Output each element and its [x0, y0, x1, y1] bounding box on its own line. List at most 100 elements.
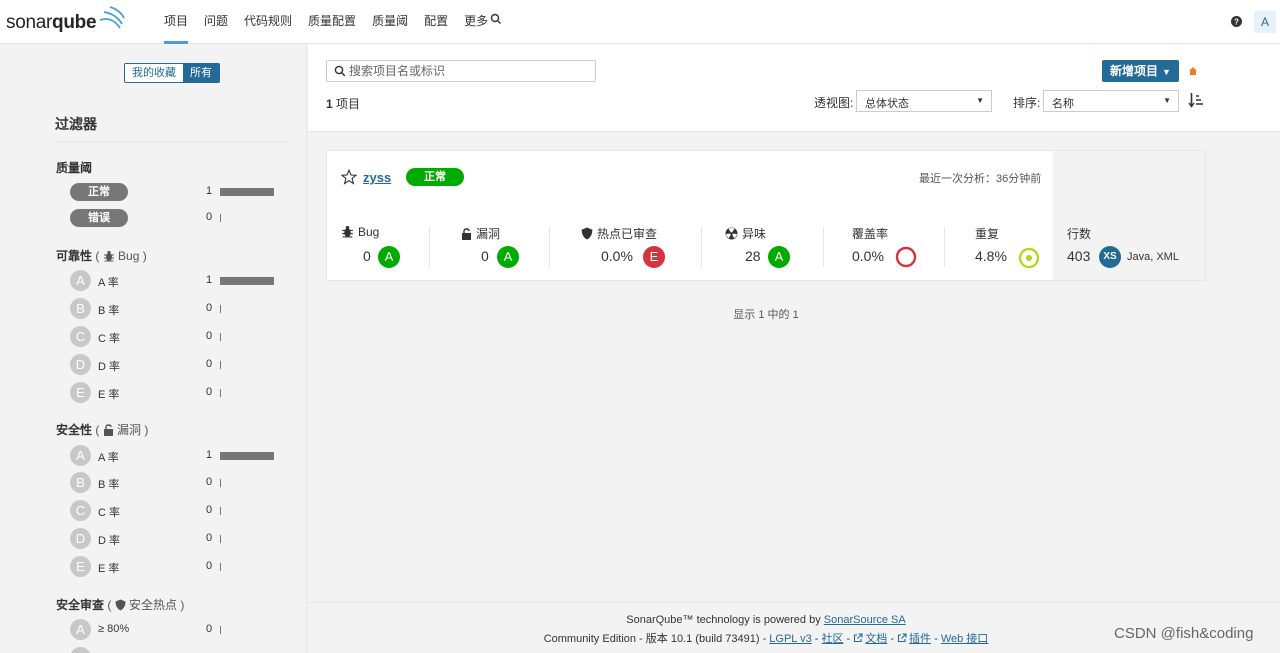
shield-icon	[115, 599, 126, 611]
facet-bar	[220, 214, 221, 222]
metric-divider	[701, 227, 702, 267]
last-analysis-date: 最近一次分析：36分钟前	[919, 173, 1042, 185]
reliability-facet-title: 可靠性 ( Bug )	[56, 249, 147, 263]
avatar[interactable]: A	[1254, 11, 1276, 33]
nav-projects[interactable]: 项目	[164, 0, 189, 44]
facet-review-a[interactable]: A ≥ 80% 0	[70, 619, 280, 641]
metric-coverage[interactable]: 覆盖率 0.0%	[852, 225, 952, 268]
facet-label: E 率	[98, 389, 120, 401]
nav-quality-profiles[interactable]: 质量配置	[308, 0, 356, 44]
filter-sidebar: 我的收藏 所有 过滤器 质量阈 正常 1 错误 0 可靠性 ( Bug ) A …	[0, 44, 307, 653]
facet-reliability-c[interactable]: C C 率 0	[70, 326, 280, 348]
lgpl-link[interactable]: LGPL v3	[769, 633, 811, 645]
facet-bar	[220, 389, 221, 397]
web-api-link[interactable]: Web 接口	[941, 633, 988, 645]
facet-label: C 率	[98, 333, 120, 345]
metric-bugs[interactable]: Bug 0 A	[341, 225, 431, 268]
metric-label: 热点已审查	[581, 225, 657, 242]
nav-issues[interactable]: 问题	[204, 0, 228, 44]
new-project-button[interactable]: 新增项目 ▼	[1102, 60, 1179, 82]
facet-security-e[interactable]: E E 率 0	[70, 556, 280, 578]
help-icon[interactable]: ?	[1231, 16, 1242, 27]
sonarsource-link[interactable]: SonarSource SA	[824, 614, 906, 626]
facet-security-d[interactable]: D D 率 0	[70, 528, 280, 550]
rating-circle: B	[70, 298, 91, 319]
facet-label: C 率	[98, 507, 120, 519]
favorites-button[interactable]: 我的收藏	[125, 64, 183, 82]
facet-qg-passed[interactable]: 正常 1	[70, 181, 280, 203]
metric-label: 行数	[1067, 227, 1092, 241]
facet-label: B 率	[98, 305, 120, 317]
facet-bar	[220, 305, 221, 313]
home-icon[interactable]	[1188, 66, 1198, 76]
metric-value: 4.8%	[975, 248, 1007, 264]
facet-qg-failed[interactable]: 错误 0	[70, 207, 280, 229]
rating-circle: A	[70, 270, 91, 291]
facet-count: 0	[206, 386, 213, 398]
metric-divider	[429, 227, 430, 267]
nav-quality-gates[interactable]: 质量阈	[372, 0, 408, 44]
quality-gate-badge: 正常	[406, 168, 464, 186]
footer-links: Community Edition - 版本 10.1 (build 73491…	[543, 633, 989, 645]
metric-lines[interactable]: 行数 403 XS Java, XML	[1067, 225, 1202, 268]
facet-security-a[interactable]: A A 率 1	[70, 445, 280, 467]
metric-duplications[interactable]: 重复 4.8%	[975, 225, 1075, 269]
search-input[interactable]	[349, 63, 589, 79]
facet-bar	[220, 563, 221, 571]
radiation-icon	[725, 227, 738, 240]
facet-reliability-e[interactable]: E E 率 0	[70, 382, 280, 404]
metric-label: 异味	[725, 225, 766, 242]
sort-label: 排序:	[1013, 96, 1041, 110]
bug-icon	[103, 250, 114, 262]
community-link[interactable]: 社区	[821, 633, 843, 645]
sonarqube-logo[interactable]: sonarqube	[6, 6, 126, 36]
facet-reliability-b[interactable]: B B 率 0	[70, 298, 280, 320]
metric-vulnerabilities[interactable]: 漏洞 0 A	[461, 225, 551, 268]
metric-hotspots-reviewed[interactable]: 热点已审查 0.0% E	[581, 225, 691, 268]
main-nav: 项目 问题 代码规则 质量配置 质量阈 配置 更多	[164, 0, 504, 44]
nav-more[interactable]: 更多	[464, 0, 488, 44]
facet-reliability-d[interactable]: D D 率 0	[70, 354, 280, 376]
rating-circle: A	[70, 445, 91, 466]
filter-title: 过滤器	[55, 116, 97, 132]
rating-badge: A	[768, 246, 790, 268]
project-name-link[interactable]: zyss	[363, 170, 391, 185]
facet-label: ≥ 80%	[98, 623, 130, 635]
facet-count: 1	[206, 185, 213, 197]
main-content: 1 项目 新增项目▼ 透视图: 总体状态▼ 排序: 名称▼ zyss 正常 最近…	[308, 44, 1280, 653]
facet-review-partial[interactable]	[70, 647, 280, 653]
rating-circle	[70, 647, 91, 653]
facet-reliability-a[interactable]: A A 率 1	[70, 270, 280, 292]
rating-badge: E	[643, 246, 665, 268]
facet-security-c[interactable]: C C 率 0	[70, 500, 280, 522]
facet-bar	[220, 479, 221, 487]
rating-circle: C	[70, 326, 91, 347]
sort-select[interactable]: 名称 ▼	[1043, 90, 1179, 112]
security-facet-title: 安全性 ( 漏洞 )	[56, 423, 149, 437]
perspective-select[interactable]: 总体状态 ▼	[856, 90, 992, 112]
docs-link[interactable]: 文档	[865, 633, 887, 645]
external-link-icon	[897, 633, 907, 643]
all-button[interactable]: 所有	[183, 64, 219, 82]
facet-label: D 率	[98, 361, 120, 373]
coverage-ring-icon	[895, 246, 917, 268]
sort-direction-icon[interactable]	[1188, 92, 1204, 108]
divider	[55, 141, 288, 142]
facet-count: 0	[206, 476, 213, 488]
facet-bar	[220, 277, 274, 285]
facet-count: 0	[206, 623, 213, 635]
star-icon[interactable]	[341, 169, 357, 185]
project-search[interactable]	[326, 60, 596, 82]
metric-value: 0	[363, 248, 371, 264]
facet-security-b[interactable]: B B 率 0	[70, 472, 280, 494]
metric-code-smells[interactable]: 异味 28 A	[725, 225, 815, 268]
plugins-link[interactable]: 插件	[909, 633, 931, 645]
facet-bar	[220, 626, 221, 634]
nav-administration[interactable]: 配置	[424, 0, 448, 44]
search-icon[interactable]	[490, 13, 502, 25]
nav-rules[interactable]: 代码规则	[244, 0, 292, 44]
bug-icon	[342, 225, 353, 238]
facet-bar	[220, 535, 221, 543]
facet-label: A 率	[98, 452, 119, 464]
facet-label: E 率	[98, 563, 120, 575]
